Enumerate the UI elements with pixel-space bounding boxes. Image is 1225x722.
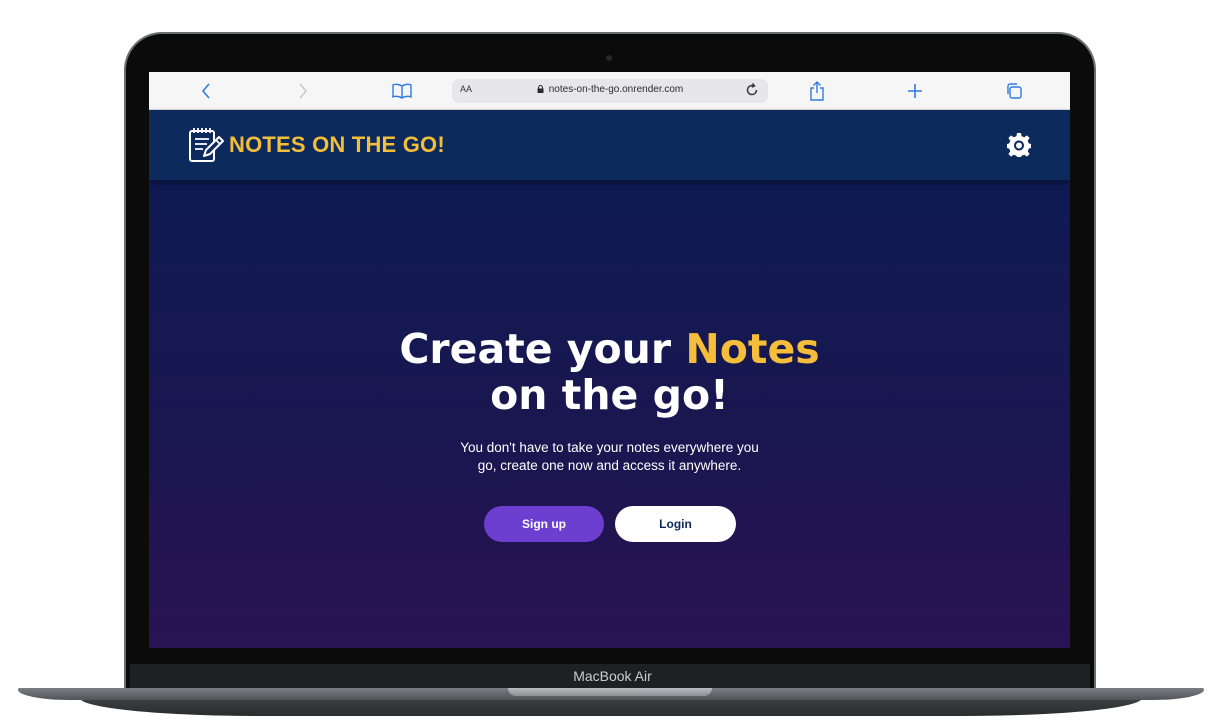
- signup-button[interactable]: Sign up: [484, 506, 604, 542]
- login-button[interactable]: Login: [615, 506, 736, 542]
- hero-subtext: You don't have to take your notes everyw…: [460, 440, 759, 473]
- gear-icon[interactable]: [1006, 132, 1032, 158]
- hero-section: Create your Notes on the go! You don't h…: [149, 180, 1070, 648]
- laptop-base-shadow: [80, 698, 1142, 716]
- plus-icon[interactable]: [904, 80, 926, 102]
- headline-line2: on the go!: [490, 371, 729, 419]
- headline-accent: Notes: [685, 325, 820, 373]
- lock-icon: [537, 85, 544, 93]
- app-navbar: NOTES ON THE GO!: [149, 110, 1070, 180]
- screen: AA notes-on-the-go.onrender.com NOTES ON…: [149, 72, 1070, 648]
- browser-toolbar: AA notes-on-the-go.onrender.com: [149, 72, 1070, 110]
- reload-icon[interactable]: [744, 82, 760, 98]
- chevron-right-icon[interactable]: [292, 80, 314, 102]
- headline-part1: Create your: [399, 325, 686, 373]
- url-text: notes-on-the-go.onrender.com: [548, 84, 684, 95]
- notepad-pencil-icon: [189, 128, 224, 162]
- brand[interactable]: NOTES ON THE GO!: [187, 126, 445, 164]
- brand-name: NOTES ON THE GO!: [229, 132, 445, 157]
- laptop-mockup: AA notes-on-the-go.onrender.com NOTES ON…: [0, 0, 1225, 722]
- laptop-notch: [508, 688, 712, 696]
- address-bar[interactable]: AA notes-on-the-go.onrender.com: [452, 79, 768, 103]
- share-icon[interactable]: [806, 80, 828, 102]
- tabs-icon[interactable]: [1003, 80, 1025, 102]
- hero-headline: Create your Notes on the go!: [149, 326, 1070, 418]
- book-icon[interactable]: [391, 80, 413, 102]
- camera-icon: [606, 55, 612, 61]
- device-label: MacBook Air: [573, 668, 652, 684]
- chevron-left-icon[interactable]: [195, 80, 217, 102]
